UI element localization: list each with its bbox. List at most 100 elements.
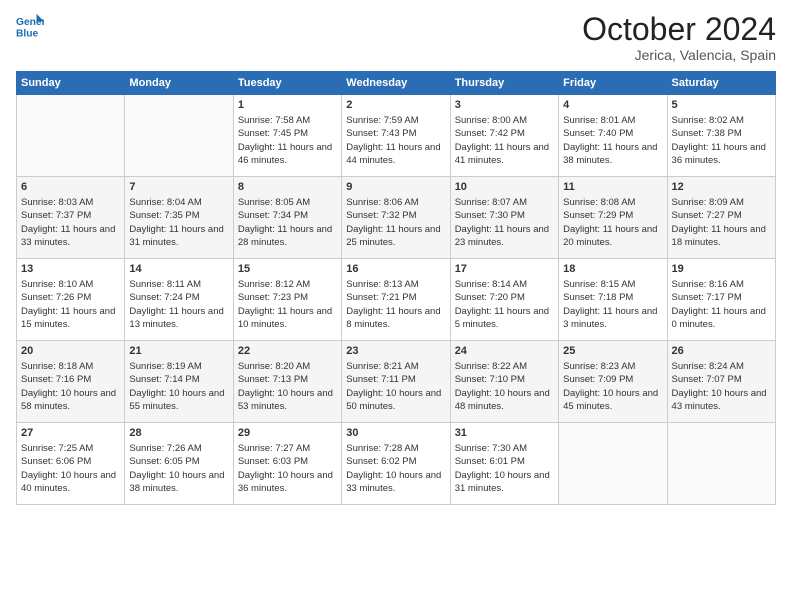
day-info: Sunrise: 8:05 AM Sunset: 7:34 PM Dayligh… [238, 196, 337, 249]
table-row: 21Sunrise: 8:19 AM Sunset: 7:14 PM Dayli… [125, 341, 233, 423]
calendar-week-row: 6Sunrise: 8:03 AM Sunset: 7:37 PM Daylig… [17, 177, 776, 259]
day-info: Sunrise: 7:59 AM Sunset: 7:43 PM Dayligh… [346, 114, 445, 167]
table-row [667, 423, 775, 505]
table-row: 3Sunrise: 8:00 AM Sunset: 7:42 PM Daylig… [450, 95, 558, 177]
table-row: 8Sunrise: 8:05 AM Sunset: 7:34 PM Daylig… [233, 177, 341, 259]
day-info: Sunrise: 8:16 AM Sunset: 7:17 PM Dayligh… [672, 278, 771, 331]
day-info: Sunrise: 8:04 AM Sunset: 7:35 PM Dayligh… [129, 196, 228, 249]
day-info: Sunrise: 8:24 AM Sunset: 7:07 PM Dayligh… [672, 360, 771, 413]
table-row: 28Sunrise: 7:26 AM Sunset: 6:05 PM Dayli… [125, 423, 233, 505]
col-thursday: Thursday [450, 72, 558, 95]
day-number: 8 [238, 180, 337, 195]
day-number: 18 [563, 262, 662, 277]
day-info: Sunrise: 8:20 AM Sunset: 7:13 PM Dayligh… [238, 360, 337, 413]
day-info: Sunrise: 8:21 AM Sunset: 7:11 PM Dayligh… [346, 360, 445, 413]
day-number: 7 [129, 180, 228, 195]
table-row: 30Sunrise: 7:28 AM Sunset: 6:02 PM Dayli… [342, 423, 450, 505]
day-info: Sunrise: 7:58 AM Sunset: 7:45 PM Dayligh… [238, 114, 337, 167]
day-number: 26 [672, 344, 771, 359]
day-info: Sunrise: 8:13 AM Sunset: 7:21 PM Dayligh… [346, 278, 445, 331]
day-info: Sunrise: 7:25 AM Sunset: 6:06 PM Dayligh… [21, 442, 120, 495]
day-number: 6 [21, 180, 120, 195]
table-row: 22Sunrise: 8:20 AM Sunset: 7:13 PM Dayli… [233, 341, 341, 423]
page: General Blue General Blue October 2024 J… [0, 0, 792, 612]
table-row: 13Sunrise: 8:10 AM Sunset: 7:26 PM Dayli… [17, 259, 125, 341]
day-info: Sunrise: 8:22 AM Sunset: 7:10 PM Dayligh… [455, 360, 554, 413]
table-row: 9Sunrise: 8:06 AM Sunset: 7:32 PM Daylig… [342, 177, 450, 259]
table-row [559, 423, 667, 505]
table-row: 20Sunrise: 8:18 AM Sunset: 7:16 PM Dayli… [17, 341, 125, 423]
day-number: 21 [129, 344, 228, 359]
month-title: October 2024 [582, 12, 776, 47]
day-number: 5 [672, 98, 771, 113]
table-row: 2Sunrise: 7:59 AM Sunset: 7:43 PM Daylig… [342, 95, 450, 177]
day-info: Sunrise: 8:15 AM Sunset: 7:18 PM Dayligh… [563, 278, 662, 331]
table-row: 31Sunrise: 7:30 AM Sunset: 6:01 PM Dayli… [450, 423, 558, 505]
day-info: Sunrise: 8:19 AM Sunset: 7:14 PM Dayligh… [129, 360, 228, 413]
day-number: 23 [346, 344, 445, 359]
table-row: 17Sunrise: 8:14 AM Sunset: 7:20 PM Dayli… [450, 259, 558, 341]
day-number: 24 [455, 344, 554, 359]
day-number: 28 [129, 426, 228, 441]
table-row: 4Sunrise: 8:01 AM Sunset: 7:40 PM Daylig… [559, 95, 667, 177]
day-number: 25 [563, 344, 662, 359]
day-number: 17 [455, 262, 554, 277]
calendar-week-row: 20Sunrise: 8:18 AM Sunset: 7:16 PM Dayli… [17, 341, 776, 423]
day-number: 16 [346, 262, 445, 277]
table-row: 23Sunrise: 8:21 AM Sunset: 7:11 PM Dayli… [342, 341, 450, 423]
table-row: 1Sunrise: 7:58 AM Sunset: 7:45 PM Daylig… [233, 95, 341, 177]
table-row: 12Sunrise: 8:09 AM Sunset: 7:27 PM Dayli… [667, 177, 775, 259]
day-info: Sunrise: 8:09 AM Sunset: 7:27 PM Dayligh… [672, 196, 771, 249]
day-number: 29 [238, 426, 337, 441]
day-number: 14 [129, 262, 228, 277]
table-row: 11Sunrise: 8:08 AM Sunset: 7:29 PM Dayli… [559, 177, 667, 259]
day-number: 13 [21, 262, 120, 277]
day-info: Sunrise: 8:23 AM Sunset: 7:09 PM Dayligh… [563, 360, 662, 413]
table-row: 18Sunrise: 8:15 AM Sunset: 7:18 PM Dayli… [559, 259, 667, 341]
logo-icon: General Blue [16, 12, 44, 40]
table-row: 27Sunrise: 7:25 AM Sunset: 6:06 PM Dayli… [17, 423, 125, 505]
day-number: 9 [346, 180, 445, 195]
table-row: 26Sunrise: 8:24 AM Sunset: 7:07 PM Dayli… [667, 341, 775, 423]
day-info: Sunrise: 7:26 AM Sunset: 6:05 PM Dayligh… [129, 442, 228, 495]
day-info: Sunrise: 8:00 AM Sunset: 7:42 PM Dayligh… [455, 114, 554, 167]
day-info: Sunrise: 7:27 AM Sunset: 6:03 PM Dayligh… [238, 442, 337, 495]
col-sunday: Sunday [17, 72, 125, 95]
table-row [125, 95, 233, 177]
day-number: 3 [455, 98, 554, 113]
header: General Blue General Blue October 2024 J… [16, 12, 776, 63]
day-number: 31 [455, 426, 554, 441]
calendar-table: Sunday Monday Tuesday Wednesday Thursday… [16, 71, 776, 505]
day-info: Sunrise: 8:02 AM Sunset: 7:38 PM Dayligh… [672, 114, 771, 167]
table-row: 7Sunrise: 8:04 AM Sunset: 7:35 PM Daylig… [125, 177, 233, 259]
logo: General Blue General Blue [16, 12, 44, 40]
col-wednesday: Wednesday [342, 72, 450, 95]
table-row: 6Sunrise: 8:03 AM Sunset: 7:37 PM Daylig… [17, 177, 125, 259]
calendar-header-row: Sunday Monday Tuesday Wednesday Thursday… [17, 72, 776, 95]
day-info: Sunrise: 8:12 AM Sunset: 7:23 PM Dayligh… [238, 278, 337, 331]
day-number: 11 [563, 180, 662, 195]
day-info: Sunrise: 8:10 AM Sunset: 7:26 PM Dayligh… [21, 278, 120, 331]
day-info: Sunrise: 7:28 AM Sunset: 6:02 PM Dayligh… [346, 442, 445, 495]
table-row: 14Sunrise: 8:11 AM Sunset: 7:24 PM Dayli… [125, 259, 233, 341]
svg-text:Blue: Blue [16, 28, 39, 39]
day-info: Sunrise: 8:14 AM Sunset: 7:20 PM Dayligh… [455, 278, 554, 331]
day-number: 27 [21, 426, 120, 441]
day-number: 30 [346, 426, 445, 441]
day-number: 22 [238, 344, 337, 359]
table-row: 15Sunrise: 8:12 AM Sunset: 7:23 PM Dayli… [233, 259, 341, 341]
day-info: Sunrise: 8:01 AM Sunset: 7:40 PM Dayligh… [563, 114, 662, 167]
location: Jerica, Valencia, Spain [582, 47, 776, 63]
day-number: 10 [455, 180, 554, 195]
title-block: October 2024 Jerica, Valencia, Spain [582, 12, 776, 63]
table-row: 24Sunrise: 8:22 AM Sunset: 7:10 PM Dayli… [450, 341, 558, 423]
day-info: Sunrise: 7:30 AM Sunset: 6:01 PM Dayligh… [455, 442, 554, 495]
day-info: Sunrise: 8:18 AM Sunset: 7:16 PM Dayligh… [21, 360, 120, 413]
table-row: 10Sunrise: 8:07 AM Sunset: 7:30 PM Dayli… [450, 177, 558, 259]
col-friday: Friday [559, 72, 667, 95]
calendar-week-row: 13Sunrise: 8:10 AM Sunset: 7:26 PM Dayli… [17, 259, 776, 341]
table-row: 25Sunrise: 8:23 AM Sunset: 7:09 PM Dayli… [559, 341, 667, 423]
table-row: 19Sunrise: 8:16 AM Sunset: 7:17 PM Dayli… [667, 259, 775, 341]
day-number: 12 [672, 180, 771, 195]
calendar-week-row: 1Sunrise: 7:58 AM Sunset: 7:45 PM Daylig… [17, 95, 776, 177]
